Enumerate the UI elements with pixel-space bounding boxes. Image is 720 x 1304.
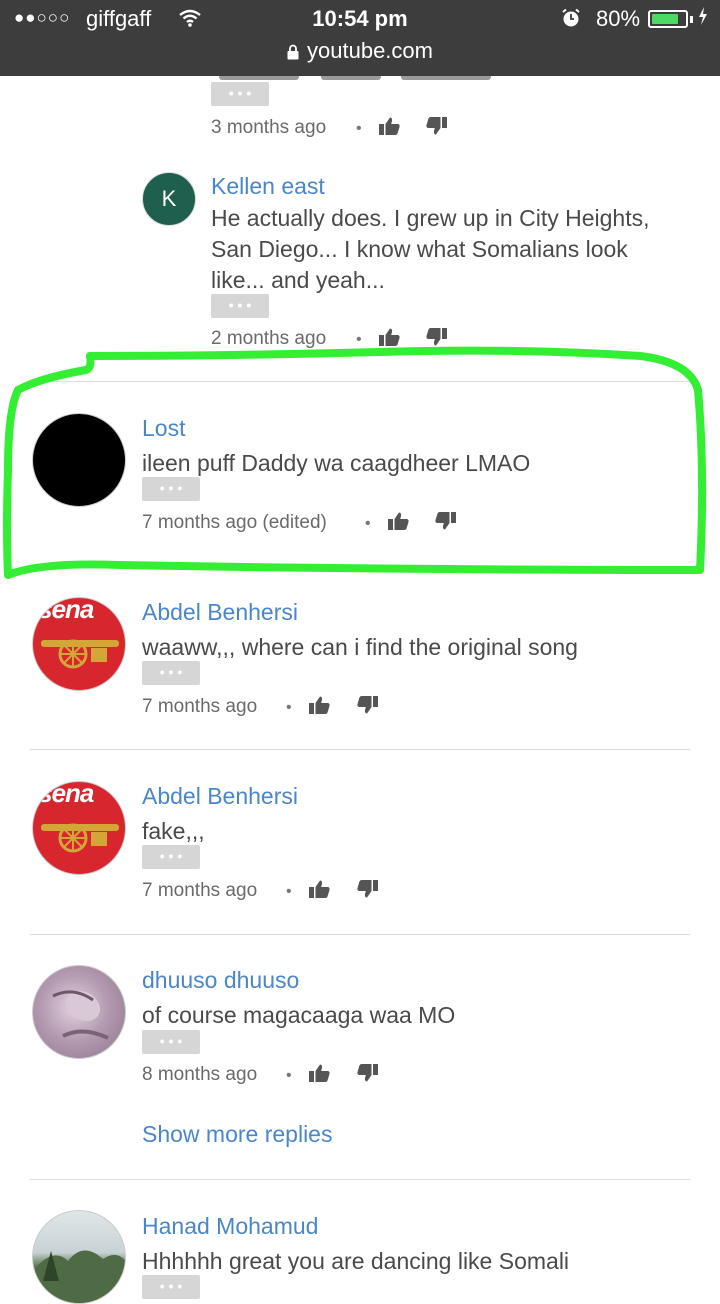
- comment-author[interactable]: dhuuso dhuuso: [142, 967, 299, 994]
- show-more-replies-link[interactable]: Show more replies: [142, 1121, 332, 1148]
- read-more-button[interactable]: [142, 477, 200, 501]
- comment-text-line: He actually does. I grew up in City Heig…: [211, 205, 650, 231]
- read-more-button[interactable]: [142, 661, 200, 685]
- comment-timestamp: 8 months ago: [142, 1064, 258, 1085]
- comment-author[interactable]: Lost: [142, 415, 185, 442]
- comment-text-line: waaww,,, where can i find the original s…: [142, 634, 578, 660]
- like-icon[interactable]: [308, 695, 332, 715]
- avatar[interactable]: rsena: [32, 781, 126, 875]
- separator-dot: •: [286, 1067, 292, 1084]
- cannon-crest-icon: [41, 823, 119, 853]
- address-bar[interactable]: youtube.com: [0, 38, 720, 66]
- like-icon[interactable]: [378, 327, 402, 347]
- comment-author[interactable]: Abdel Benhersi: [142, 599, 298, 626]
- dislike-icon[interactable]: [355, 1063, 379, 1083]
- separator-dot: •: [286, 883, 292, 900]
- separator-dot: •: [356, 120, 362, 137]
- comment-author[interactable]: Abdel Benhersi: [142, 783, 298, 810]
- comment-timestamp: 7 months ago (edited): [142, 512, 327, 533]
- portrait-photo: [52, 990, 109, 1040]
- comment-author[interactable]: Hanad Mohamud: [142, 1213, 318, 1240]
- read-more-button[interactable]: [142, 845, 200, 869]
- like-icon[interactable]: [378, 116, 402, 136]
- browser-top-bar: ●●○○○ giffgaff 10:54 pm 80% youtube.com: [0, 0, 720, 76]
- cannon-crest-icon: [41, 639, 119, 669]
- comment-text-line: fake,,,: [142, 818, 205, 844]
- separator-dot: •: [356, 331, 362, 348]
- battery-percent: 80%: [596, 6, 641, 31]
- like-icon[interactable]: [308, 1063, 332, 1083]
- url-text: youtube.com: [307, 38, 433, 63]
- comment-text-line: Hhhhhh great you are dancing like Somali: [142, 1248, 570, 1274]
- avatar[interactable]: [32, 965, 126, 1059]
- comment-timestamp: 3 months ago: [211, 117, 327, 138]
- comment-author[interactable]: Kellen east: [211, 173, 325, 200]
- avatar-letter: K: [161, 186, 177, 211]
- lock-icon: [287, 40, 299, 66]
- separator-dot: •: [286, 699, 292, 716]
- battery-icon: [648, 10, 688, 28]
- divider: [30, 1179, 690, 1180]
- avatar[interactable]: rsena: [32, 597, 126, 691]
- avatar[interactable]: K: [142, 172, 196, 226]
- landscape-photo: [33, 1250, 125, 1303]
- avatar[interactable]: [32, 1210, 126, 1304]
- comment-timestamp: 2 months ago: [211, 328, 327, 349]
- divider: [30, 749, 690, 750]
- dislike-icon[interactable]: [355, 879, 379, 899]
- comment-text-line: of course magacaaga waa MO: [142, 1002, 456, 1028]
- dislike-icon[interactable]: [424, 116, 448, 136]
- divider: [30, 934, 690, 935]
- like-icon[interactable]: [387, 511, 411, 531]
- dislike-icon[interactable]: [424, 327, 448, 347]
- charging-bolt-icon: [698, 6, 708, 32]
- divider: [30, 381, 690, 382]
- separator-dot: •: [365, 515, 371, 532]
- battery-nub: [690, 16, 693, 23]
- alarm-icon: [561, 8, 581, 34]
- read-more-button[interactable]: [211, 82, 269, 106]
- comment-timestamp: 7 months ago: [142, 880, 258, 901]
- read-more-button[interactable]: [211, 294, 269, 318]
- comment-timestamp: 7 months ago: [142, 696, 258, 717]
- dislike-icon[interactable]: [433, 511, 457, 531]
- comment-text-line: ileen puff Daddy wa caagdheer LMAO: [142, 450, 531, 476]
- avatar[interactable]: [32, 413, 126, 507]
- comment-text-line: San Diego... I know what Somalians look: [211, 236, 628, 262]
- read-more-button[interactable]: [142, 1275, 200, 1299]
- read-more-button[interactable]: [142, 1030, 200, 1054]
- like-icon[interactable]: [308, 879, 332, 899]
- status-bar: ●●○○○ giffgaff 10:54 pm 80%: [0, 6, 720, 36]
- dislike-icon[interactable]: [355, 695, 379, 715]
- comment-text-line: like... and yeah...: [211, 267, 385, 293]
